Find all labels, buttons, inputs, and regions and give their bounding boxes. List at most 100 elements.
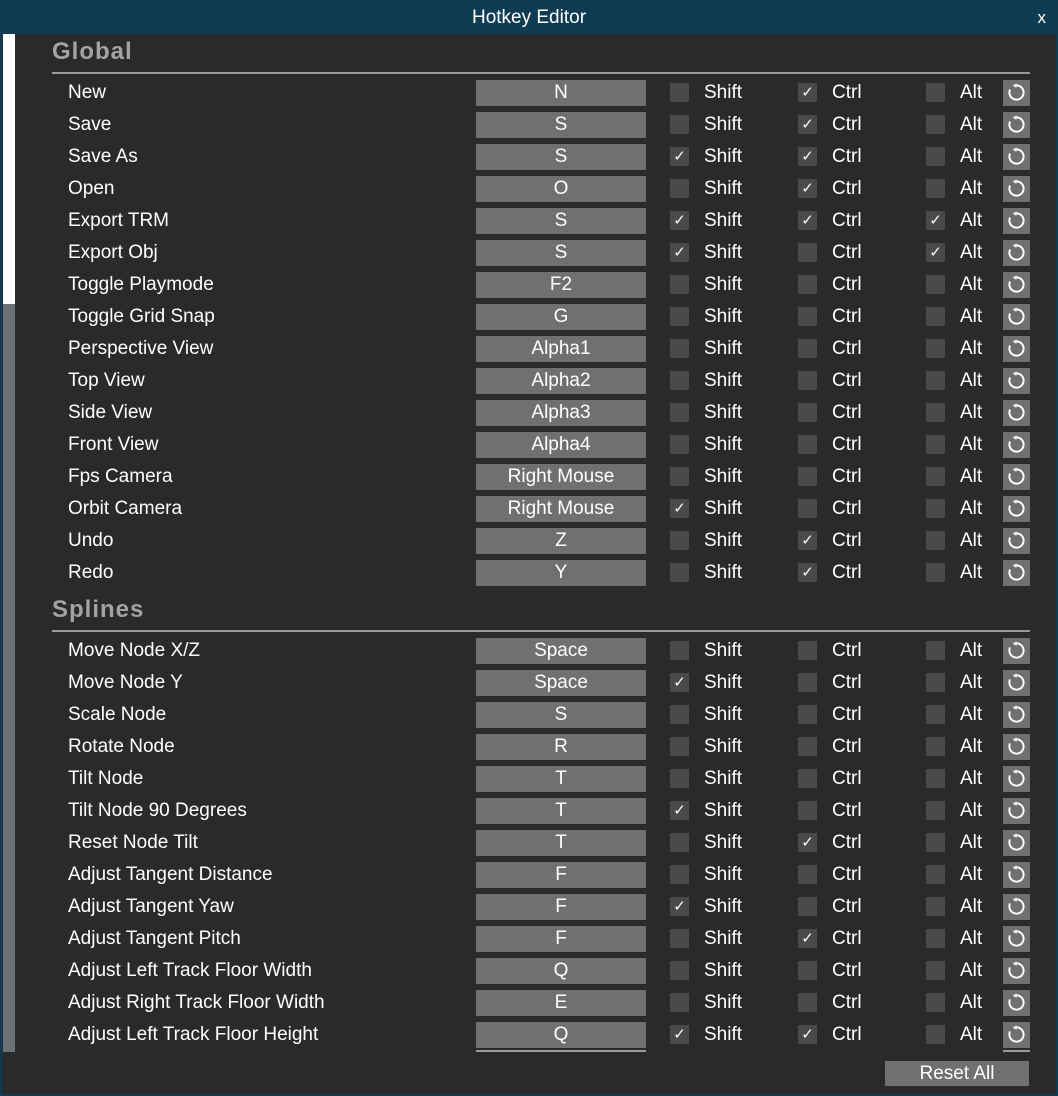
alt-checkbox[interactable] [926,147,945,166]
alt-checkbox[interactable] [926,179,945,198]
key-binding-button[interactable]: T [476,798,646,824]
key-binding-button[interactable]: F2 [476,272,646,298]
ctrl-checkbox[interactable] [798,961,817,980]
key-binding-button[interactable]: Z [476,528,646,554]
alt-checkbox[interactable] [926,673,945,692]
reset-hotkey-button[interactable] [1003,702,1030,728]
ctrl-checkbox[interactable]: ✓ [798,531,817,550]
alt-checkbox[interactable] [926,641,945,660]
ctrl-checkbox[interactable]: ✓ [798,833,817,852]
alt-checkbox[interactable] [926,865,945,884]
alt-checkbox[interactable] [926,307,945,326]
alt-checkbox[interactable] [926,339,945,358]
reset-hotkey-button[interactable] [1003,112,1030,138]
shift-checkbox[interactable] [670,435,689,454]
key-binding-button[interactable]: Space [476,670,646,696]
key-binding-button[interactable]: Q [476,958,646,984]
reset-hotkey-button[interactable] [1003,734,1030,760]
alt-checkbox[interactable] [926,371,945,390]
reset-hotkey-button[interactable] [1003,670,1030,696]
ctrl-checkbox[interactable] [798,705,817,724]
alt-checkbox[interactable] [926,737,945,756]
ctrl-checkbox[interactable] [798,737,817,756]
key-binding-button[interactable]: S [476,208,646,234]
key-binding-button[interactable]: F [476,894,646,920]
shift-checkbox[interactable] [670,403,689,422]
shift-checkbox[interactable] [670,993,689,1012]
reset-hotkey-button[interactable] [1003,368,1030,394]
key-binding-button[interactable]: Q [476,1022,646,1048]
reset-hotkey-button[interactable] [1003,766,1030,792]
ctrl-checkbox[interactable] [798,403,817,422]
shift-checkbox[interactable] [670,705,689,724]
ctrl-checkbox[interactable] [798,243,817,262]
reset-hotkey-button[interactable] [1003,432,1030,458]
shift-checkbox[interactable] [670,737,689,756]
reset-hotkey-button[interactable] [1003,400,1030,426]
ctrl-checkbox[interactable] [798,499,817,518]
alt-checkbox[interactable] [926,769,945,788]
reset-hotkey-button[interactable] [1003,862,1030,888]
ctrl-checkbox[interactable] [798,865,817,884]
ctrl-checkbox[interactable] [798,993,817,1012]
alt-checkbox[interactable] [926,275,945,294]
shift-checkbox[interactable]: ✓ [670,499,689,518]
shift-checkbox[interactable]: ✓ [670,1025,689,1044]
reset-hotkey-button[interactable] [1003,958,1030,984]
shift-checkbox[interactable]: ✓ [670,147,689,166]
key-binding-button[interactable]: Right Mouse [476,464,646,490]
key-binding-button[interactable]: S [476,240,646,266]
reset-hotkey-button[interactable] [1003,990,1030,1016]
shift-checkbox[interactable]: ✓ [670,801,689,820]
alt-checkbox[interactable] [926,115,945,134]
reset-hotkey-button[interactable] [1003,638,1030,664]
ctrl-checkbox[interactable] [798,467,817,486]
alt-checkbox[interactable] [926,83,945,102]
key-binding-button[interactable]: Right Mouse [476,496,646,522]
shift-checkbox[interactable] [670,563,689,582]
shift-checkbox[interactable] [670,531,689,550]
key-binding-button[interactable]: F [476,862,646,888]
ctrl-checkbox[interactable]: ✓ [798,1025,817,1044]
alt-checkbox[interactable] [926,833,945,852]
ctrl-checkbox[interactable] [798,435,817,454]
ctrl-checkbox[interactable] [798,801,817,820]
shift-checkbox[interactable] [670,307,689,326]
alt-checkbox[interactable] [926,1025,945,1044]
reset-hotkey-button[interactable] [1003,240,1030,266]
reset-hotkey-button[interactable] [1003,336,1030,362]
key-binding-button[interactable]: S [476,702,646,728]
key-binding-button[interactable]: Alpha2 [476,368,646,394]
key-binding-button[interactable]: F [476,926,646,952]
reset-hotkey-button[interactable] [1003,528,1030,554]
key-binding-button[interactable]: Y [476,560,646,586]
reset-all-button[interactable]: Reset All [885,1061,1029,1086]
key-binding-button[interactable]: Space [476,638,646,664]
shift-checkbox[interactable]: ✓ [670,211,689,230]
alt-checkbox[interactable] [926,929,945,948]
reset-hotkey-button[interactable] [1003,926,1030,952]
ctrl-checkbox[interactable] [798,897,817,916]
reset-hotkey-button[interactable] [1003,798,1030,824]
reset-hotkey-button[interactable] [1003,1022,1030,1048]
reset-hotkey-button[interactable] [1003,560,1030,586]
alt-checkbox[interactable] [926,403,945,422]
key-binding-button[interactable]: Alpha3 [476,400,646,426]
alt-checkbox[interactable] [926,563,945,582]
reset-hotkey-button[interactable] [1003,894,1030,920]
reset-hotkey-button[interactable] [1003,176,1030,202]
key-binding-button[interactable]: T [476,766,646,792]
alt-checkbox[interactable] [926,499,945,518]
key-binding-button[interactable]: O [476,176,646,202]
key-binding-button[interactable]: E [476,990,646,1016]
ctrl-checkbox[interactable] [798,371,817,390]
shift-checkbox[interactable] [670,467,689,486]
alt-checkbox[interactable] [926,993,945,1012]
ctrl-checkbox[interactable]: ✓ [798,115,817,134]
alt-checkbox[interactable] [926,705,945,724]
key-binding-button[interactable]: S [476,144,646,170]
ctrl-checkbox[interactable] [798,769,817,788]
shift-checkbox[interactable] [670,769,689,788]
alt-checkbox[interactable]: ✓ [926,211,945,230]
alt-checkbox[interactable] [926,897,945,916]
